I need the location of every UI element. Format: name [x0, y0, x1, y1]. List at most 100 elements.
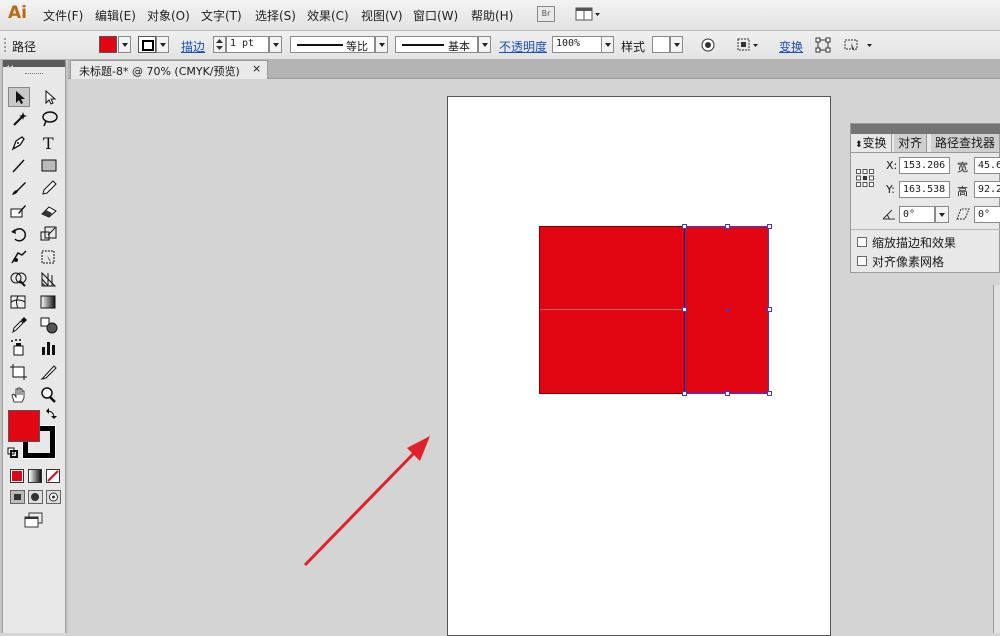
- none-mode-icon[interactable]: [46, 469, 60, 483]
- line-tool[interactable]: [8, 156, 30, 176]
- lasso-tool[interactable]: [38, 109, 60, 129]
- align-pixel-grid-checkbox[interactable]: [857, 256, 867, 266]
- width-field[interactable]: 45.6: [974, 157, 1000, 174]
- bridge-button[interactable]: Br: [537, 6, 555, 22]
- align-to-icon[interactable]: [736, 37, 760, 53]
- menu-type[interactable]: 文字(T): [201, 7, 242, 24]
- selection-handle-bottom-right[interactable]: [767, 391, 772, 396]
- selection-handle-bottom-left[interactable]: [682, 391, 687, 396]
- brush-definition-select[interactable]: 基本: [395, 36, 478, 53]
- x-field[interactable]: 153.206: [899, 157, 950, 174]
- transform-panel-link[interactable]: 变换: [779, 38, 803, 55]
- opacity-input[interactable]: 100%: [552, 36, 602, 53]
- selection-tool[interactable]: [8, 87, 30, 107]
- stroke-panel-link[interactable]: 描边: [181, 38, 205, 55]
- pencil-tool[interactable]: [38, 178, 60, 198]
- shape-builder-tool[interactable]: [8, 269, 30, 289]
- selection-handle-top-left[interactable]: [682, 224, 687, 229]
- scale-tool[interactable]: [38, 224, 60, 244]
- magic-wand-tool-icon: [13, 112, 27, 126]
- zoom-tool[interactable]: [38, 385, 60, 405]
- menu-help[interactable]: 帮助(H): [471, 7, 513, 24]
- transform-bounding-icon[interactable]: [815, 37, 831, 53]
- tab-transform[interactable]: ⬍变换: [851, 134, 892, 152]
- arrange-documents-button[interactable]: [575, 6, 601, 22]
- graphic-style-dropdown[interactable]: [670, 36, 683, 53]
- type-tool[interactable]: T: [38, 133, 60, 153]
- graphic-style-swatch[interactable]: [652, 36, 670, 53]
- menu-file[interactable]: 文件(F): [43, 7, 83, 24]
- gradient-mode-button[interactable]: [28, 469, 42, 483]
- artboard-tool[interactable]: [8, 362, 30, 382]
- slice-tool[interactable]: [38, 362, 60, 382]
- rotate-angle-field[interactable]: 0°: [899, 206, 935, 223]
- scale-strokes-checkbox[interactable]: [857, 237, 867, 247]
- warp-tool[interactable]: [8, 247, 30, 267]
- fill-color-box[interactable]: [8, 410, 40, 442]
- menu-window[interactable]: 窗口(W): [413, 7, 458, 24]
- draw-behind-icon[interactable]: [28, 490, 43, 504]
- blend-tool[interactable]: [38, 315, 60, 335]
- column-graph-tool[interactable]: [38, 338, 60, 358]
- panel-tab-divider: [851, 152, 1000, 153]
- stroke-dropdown[interactable]: [156, 36, 169, 53]
- document-tab[interactable]: 未标题-8* @ 70% (CMYK/预览) ×: [70, 60, 268, 79]
- recolor-artwork-icon[interactable]: [700, 37, 716, 53]
- symbol-sprayer-tool[interactable]: [8, 338, 30, 358]
- eraser-tool[interactable]: [38, 201, 60, 221]
- stroke-color-swatch[interactable]: [138, 36, 156, 53]
- selection-handle-middle-left[interactable]: [682, 307, 687, 312]
- opacity-dropdown[interactable]: [601, 36, 614, 53]
- free-transform-tool[interactable]: [38, 247, 60, 267]
- direct-selection-tool[interactable]: [38, 87, 60, 107]
- fill-dropdown[interactable]: [118, 36, 131, 53]
- menu-view[interactable]: 视图(V): [361, 7, 403, 24]
- shear-angle-field[interactable]: 0°: [974, 206, 1000, 223]
- close-tab-icon[interactable]: ×: [252, 62, 261, 75]
- change-screen-mode-icon[interactable]: [24, 512, 44, 528]
- stroke-weight-dropdown[interactable]: [269, 36, 282, 53]
- eyedropper-tool[interactable]: [8, 315, 30, 335]
- menu-select[interactable]: 选择(S): [255, 7, 296, 24]
- paintbrush-tool[interactable]: [8, 178, 30, 198]
- draw-inside-icon[interactable]: [46, 490, 61, 504]
- tab-align[interactable]: 对齐: [894, 134, 928, 152]
- selection-handle-top-right[interactable]: [767, 224, 772, 229]
- rotate-angle-dropdown[interactable]: [935, 206, 949, 223]
- selection-handle-middle-right[interactable]: [767, 307, 772, 312]
- default-fill-stroke-icon[interactable]: [7, 447, 19, 459]
- blob-brush-tool[interactable]: [8, 201, 30, 221]
- panel-title-bar[interactable]: [851, 124, 1000, 134]
- color-mode-button[interactable]: [10, 469, 24, 483]
- height-field[interactable]: 92.2: [974, 181, 1000, 198]
- opacity-panel-link[interactable]: 不透明度: [499, 38, 547, 55]
- profile-dropdown[interactable]: [375, 36, 388, 53]
- reference-point-icon[interactable]: [856, 169, 874, 187]
- gradient-tool[interactable]: [38, 292, 60, 312]
- fill-color-swatch[interactable]: [99, 36, 117, 53]
- rectangle-tool[interactable]: [38, 156, 60, 176]
- hand-tool[interactable]: [8, 385, 30, 405]
- menu-object[interactable]: 对象(O): [147, 7, 190, 24]
- y-field[interactable]: 163.538: [899, 181, 950, 198]
- stroke-weight-input[interactable]: 1 pt: [226, 36, 269, 53]
- pen-tool[interactable]: [8, 133, 30, 153]
- perspective-grid-tool[interactable]: [38, 269, 60, 289]
- collapse-toolbox-icon[interactable]: [3, 64, 17, 71]
- menu-edit[interactable]: 编辑(E): [95, 7, 136, 24]
- brush-dropdown[interactable]: [478, 36, 491, 53]
- collapsed-panel-dock[interactable]: [993, 285, 1000, 633]
- stroke-weight-stepper[interactable]: [213, 36, 226, 53]
- selection-handle-top-center[interactable]: [725, 224, 730, 229]
- isolate-object-icon[interactable]: [843, 37, 875, 53]
- mesh-tool[interactable]: [8, 292, 30, 312]
- menu-effect[interactable]: 效果(C): [307, 7, 349, 24]
- rotate-tool[interactable]: [8, 224, 30, 244]
- variable-width-profile-select[interactable]: 等比: [290, 36, 375, 53]
- selection-handle-bottom-center[interactable]: [725, 391, 730, 396]
- swap-fill-stroke-icon[interactable]: [45, 408, 57, 420]
- draw-normal-icon[interactable]: [10, 490, 25, 504]
- red-rectangle-left[interactable]: [539, 226, 685, 394]
- magic-wand-tool[interactable]: [8, 109, 30, 129]
- tab-pathfinder[interactable]: 路径查找器: [931, 134, 1000, 152]
